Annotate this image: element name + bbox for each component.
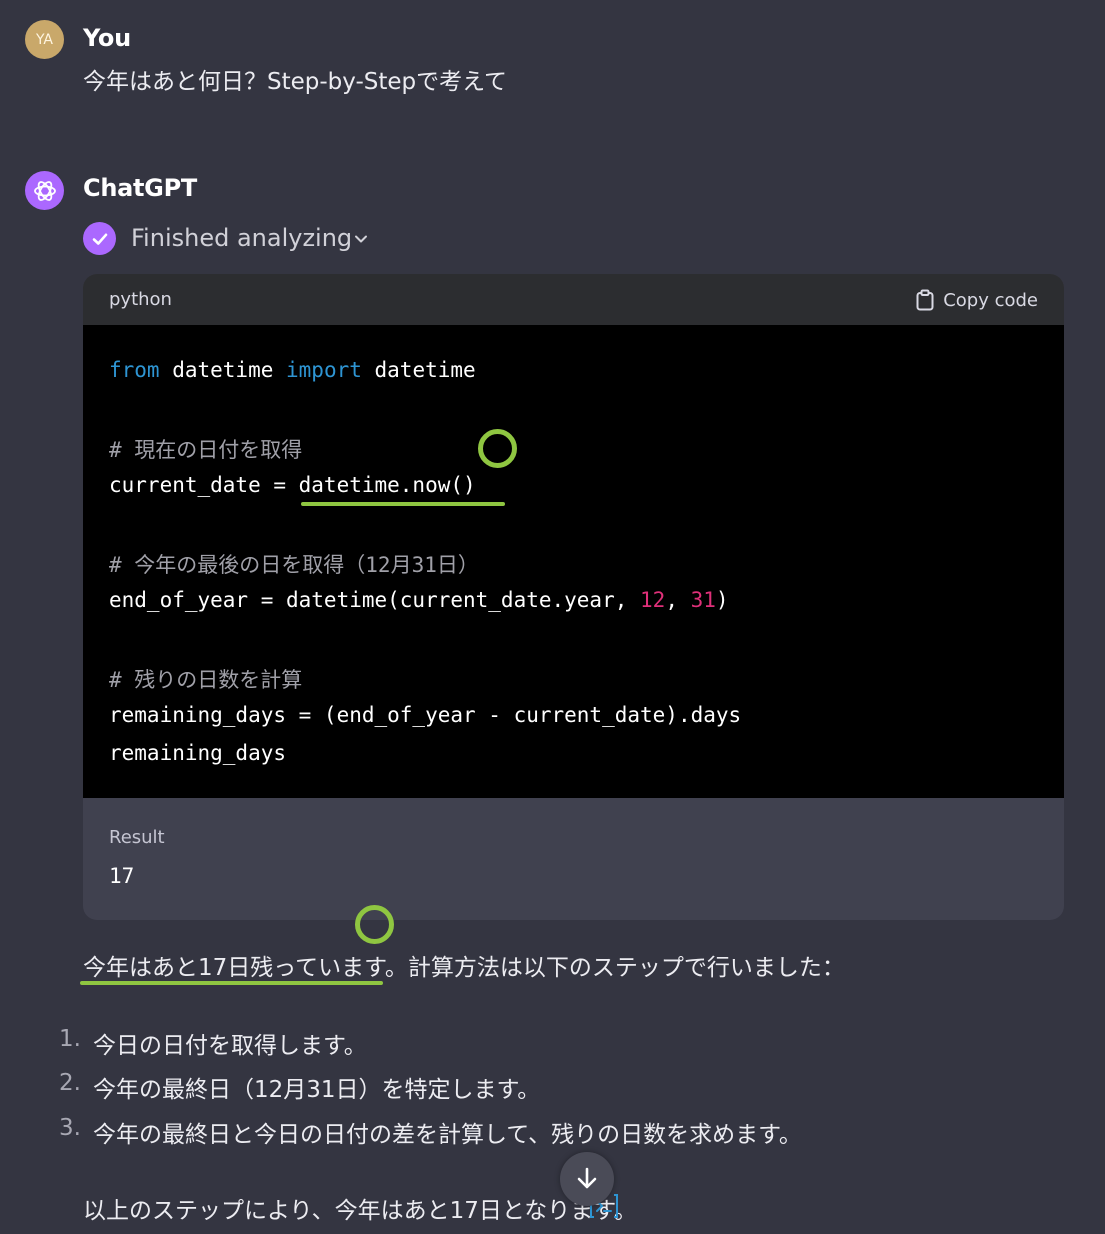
chatgpt-avatar [25, 171, 64, 210]
code-text: end_of_year = datetime(current_date.year… [109, 588, 641, 612]
code-text: ) [715, 588, 729, 612]
answer-conclusion: 以上のステップにより、今年はあと17日となります。 [83, 1198, 637, 1224]
arrow-down-icon [577, 1167, 597, 1189]
code-text: datetime [159, 358, 287, 382]
code-block: python Copy code from datetime import da… [83, 274, 1064, 920]
copy-code-button[interactable]: Copy code [915, 287, 1038, 313]
user-initials: YA [35, 31, 54, 48]
code-line-current-date: current_date = datetime.now() [109, 473, 476, 497]
result-value: 17 [109, 864, 135, 888]
code-number: 12 [640, 588, 666, 612]
code-line-remaining: remaining_days = (end_of_year - current_… [109, 703, 742, 727]
code-line-end-of-year: end_of_year = datetime(current_date.year… [109, 588, 729, 612]
step-text: 今日の日付を取得します。 [93, 1033, 367, 1059]
annotation-circle [478, 429, 517, 468]
code-text: datetime [361, 358, 476, 382]
result-label: Result [109, 827, 165, 848]
step-number: 3. [59, 1115, 81, 1141]
analysis-status-toggle[interactable]: Finished analyzing [131, 224, 352, 252]
step-text: 今年の最終日（12月31日）を特定します。 [93, 1077, 541, 1103]
step-text: 今年の最終日と今日の日付の差を計算して、残りの日数を求めます。 [93, 1122, 802, 1148]
step-number: 1. [59, 1026, 81, 1052]
annotation-circle [355, 905, 394, 944]
code-line-import: from datetime import datetime [109, 358, 476, 382]
copy-code-label: Copy code [943, 289, 1038, 311]
code-keyword: from [109, 358, 160, 382]
code-text: , [665, 588, 691, 612]
step-number: 2. [59, 1070, 81, 1096]
code-comment: # 残りの日数を計算 [109, 668, 303, 692]
answer-intro: 今年はあと17日残っています。計算方法は以下のステップで行いました： [83, 955, 845, 981]
code-body: from datetime import datetime # 現在の日付を取得… [83, 325, 1064, 798]
code-language: python [109, 289, 172, 310]
code-header: python Copy code [83, 274, 1064, 325]
check-icon [83, 222, 116, 255]
code-comment: # 今年の最後の日を取得（12月31日） [109, 553, 479, 577]
chevron-down-icon[interactable] [352, 230, 370, 248]
openai-logo-icon [33, 180, 56, 201]
code-line-output: remaining_days [109, 741, 287, 765]
user-message: 今年はあと何日？Step-by-Stepで考えて [83, 69, 507, 95]
clipboard-icon [916, 289, 934, 311]
assistant-name: ChatGPT [83, 174, 197, 202]
code-number: 31 [690, 588, 716, 612]
code-keyword: import [286, 358, 362, 382]
scroll-down-button[interactable] [560, 1152, 614, 1206]
user-avatar: YA [25, 20, 64, 59]
annotation-underline [301, 502, 505, 506]
code-comment: # 現在の日付を取得 [109, 438, 303, 462]
user-name: You [83, 24, 131, 52]
